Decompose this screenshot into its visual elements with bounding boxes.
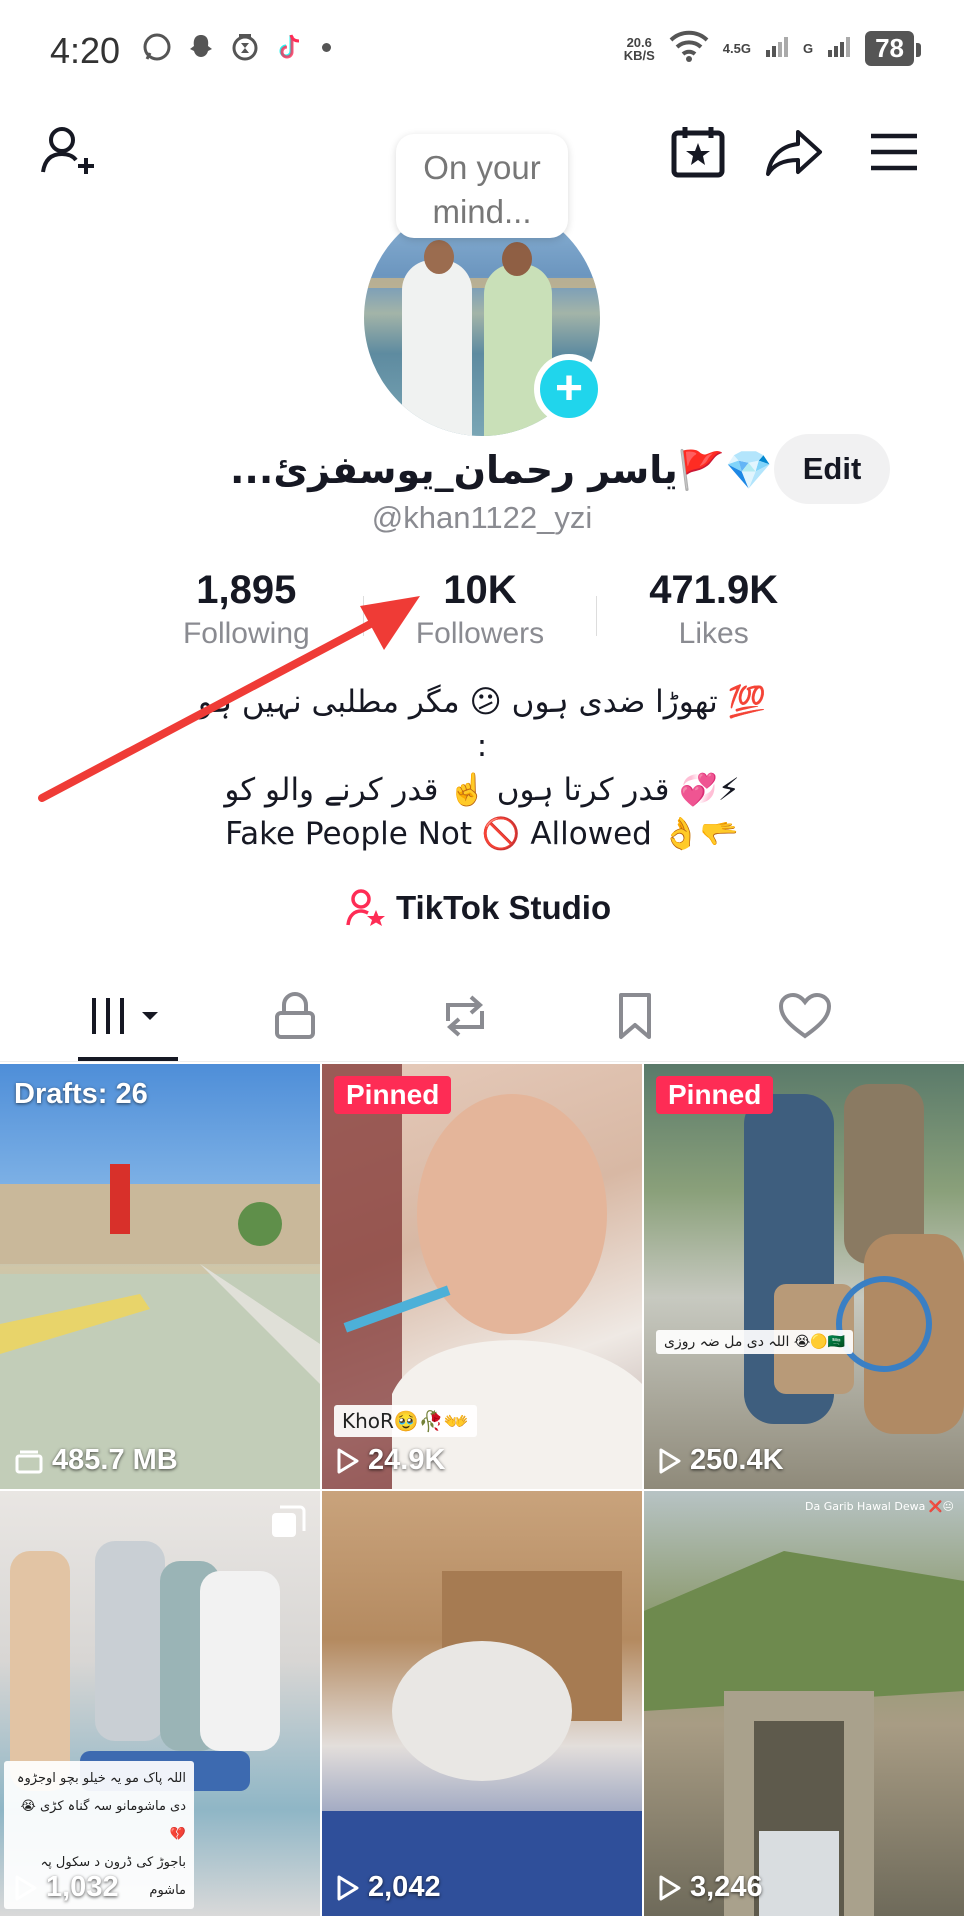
drafts-tile[interactable]: Drafts: 26 485.7 MB xyxy=(0,1064,320,1489)
tiktok-studio-link[interactable]: TikTok Studio xyxy=(346,888,611,928)
status-indicators: 20.6 KB/S 4.5G G 78 xyxy=(623,30,921,67)
tab-reposts[interactable] xyxy=(380,970,550,1061)
notification-icons xyxy=(140,30,331,64)
stat-value: 471.9K xyxy=(649,568,779,612)
stat-following[interactable]: 1,895 Following xyxy=(130,568,363,651)
battery-icon: 78 xyxy=(865,31,921,66)
bio-line: 💯 تھوڑا ضدی ہوں 😕 مگر مطلبی نہیں ہو xyxy=(197,684,767,720)
signal-icon xyxy=(765,34,789,63)
video-thumbnail-scene xyxy=(744,1084,964,1434)
video-thumbnail-scene xyxy=(644,1551,964,1916)
pinned-badge: Pinned xyxy=(334,1076,452,1114)
video-caption: اللہ دی مل ضہ روزی 😭🟡🇸🇦 xyxy=(656,1330,854,1354)
video-tile[interactable]: Pinned KhoR🥹🥀👐 24.9K xyxy=(322,1064,642,1489)
tile-footer: 250.4K xyxy=(658,1444,784,1477)
bio-line: : xyxy=(476,728,488,764)
liked-heart-icon xyxy=(778,992,832,1038)
tab-favorites[interactable] xyxy=(550,970,720,1061)
tab-videos[interactable] xyxy=(40,970,210,1061)
draft-thumbnail-scene xyxy=(0,1164,320,1489)
display-name: ...یاسر رحمان_یوسفزئ🚩💎 xyxy=(230,447,773,492)
studio-person-star-icon xyxy=(346,889,385,926)
tile-footer: 3,246 xyxy=(658,1871,763,1904)
play-icon xyxy=(15,1875,37,1900)
events-calendar-button[interactable] xyxy=(666,120,730,184)
hourglass-icon xyxy=(228,30,262,64)
reposts-icon xyxy=(446,995,484,1036)
tiktok-icon xyxy=(272,30,306,64)
tile-footer: 24.9K xyxy=(336,1444,445,1477)
add-story-plus-icon[interactable]: + xyxy=(534,354,604,424)
video-grid: Drafts: 26 485.7 MB Pinned KhoR🥹🥀👐 24.9K… xyxy=(0,1064,964,1916)
view-count: 250.4K xyxy=(690,1444,784,1476)
whatsapp-icon xyxy=(140,30,174,64)
stat-value: 10K xyxy=(443,568,517,612)
username-handle: @khan1122_yzi xyxy=(371,500,593,535)
share-icon xyxy=(766,130,822,176)
stat-label: Followers xyxy=(415,617,545,650)
view-count: 24.9K xyxy=(368,1444,446,1476)
network-type-2: G xyxy=(802,41,814,56)
menu-icon xyxy=(871,133,917,171)
profile-stats: 1,895 Following 10K Followers 471.9K Lik… xyxy=(130,568,830,651)
tile-footer: 485.7 MB xyxy=(14,1444,178,1477)
video-tile[interactable]: Pinned اللہ دی مل ضہ روزی 😭🟡🇸🇦 250.4K xyxy=(644,1064,964,1489)
tiktok-studio-label: TikTok Studio xyxy=(396,889,612,926)
profile-content-tabs xyxy=(0,970,964,1062)
avatar-person-right-head xyxy=(502,242,532,276)
private-lock-icon xyxy=(275,991,315,1039)
avatar-person-left xyxy=(402,260,472,436)
add-friend-icon xyxy=(41,127,94,174)
avatar-person-left-head xyxy=(424,240,454,274)
multi-photo-icon xyxy=(272,1505,306,1537)
stat-label: Likes xyxy=(678,617,749,650)
play-icon xyxy=(659,1448,681,1473)
stat-followers[interactable]: 10K Followers xyxy=(364,568,597,651)
drafts-size: 485.7 MB xyxy=(52,1444,178,1476)
video-tile[interactable]: Da Garib Hawal Dewa ❌😐 3,246 xyxy=(644,1491,964,1916)
stat-likes[interactable]: 471.9K Likes xyxy=(597,568,830,651)
view-count: 3,246 xyxy=(690,1871,763,1903)
video-tile[interactable]: اللہ پاک مو یہ خیلو بچو اوجڑوہ دی ماشوما… xyxy=(0,1491,320,1916)
display-name-row[interactable]: ...یاسر رحمان_یوسفزئ🚩💎 xyxy=(230,440,822,500)
view-count: 2,042 xyxy=(368,1871,441,1903)
drafts-stack-icon xyxy=(15,1450,43,1473)
bio-line: ⚡💞 قدر کرتا ہوں ☝️ قدر کرنے والو کو xyxy=(224,772,740,808)
video-thumbnail-scene xyxy=(322,1571,642,1916)
tile-footer: 2,042 xyxy=(336,1871,441,1904)
menu-button[interactable] xyxy=(862,120,926,184)
play-icon xyxy=(659,1875,681,1900)
play-icon xyxy=(337,1448,359,1473)
profile-bio: 💯 تھوڑا ضدی ہوں 😕 مگر مطلبی نہیں ہو : ⚡💞… xyxy=(0,680,964,856)
status-bar: 4:20 20.6 KB/S 4.5G G 78 xyxy=(0,0,964,100)
pinned-badge: Pinned xyxy=(656,1076,774,1114)
view-count: 1,032 xyxy=(46,1871,119,1903)
calendar-star-icon xyxy=(671,127,725,178)
video-caption: Da Garib Hawal Dewa ❌😐 xyxy=(805,1500,954,1513)
avatar-photo-background xyxy=(364,278,600,288)
video-caption: KhoR🥹🥀👐 xyxy=(334,1405,477,1437)
network-type-1: 4.5G xyxy=(722,41,751,56)
stat-label: Following xyxy=(182,617,310,650)
on-your-mind-bubble[interactable]: On your mind... xyxy=(396,134,568,238)
favorites-bookmark-icon xyxy=(619,992,651,1039)
drafts-count-label: Drafts: 26 xyxy=(14,1078,148,1110)
video-tile[interactable]: 2,042 xyxy=(322,1491,642,1916)
videos-grid-icon xyxy=(92,997,158,1034)
add-friend-button[interactable] xyxy=(36,120,100,184)
edit-profile-button[interactable]: Edit xyxy=(774,434,890,504)
signal-icon-2 xyxy=(827,34,851,63)
tab-private[interactable] xyxy=(210,970,380,1061)
bio-line: Fake People Not 🚫 Allowed 👌🫳 xyxy=(225,816,739,852)
status-time: 4:20 xyxy=(50,30,121,71)
snapchat-icon xyxy=(184,30,218,64)
tab-liked[interactable] xyxy=(720,970,890,1061)
play-icon xyxy=(337,1875,359,1900)
wifi-icon xyxy=(669,30,709,67)
tile-footer: 1,032 xyxy=(14,1871,119,1904)
network-speed: 20.6 KB/S xyxy=(623,34,655,63)
more-notifications-dot xyxy=(322,42,331,52)
share-profile-button[interactable] xyxy=(762,120,826,184)
stat-value: 1,895 xyxy=(196,568,297,612)
